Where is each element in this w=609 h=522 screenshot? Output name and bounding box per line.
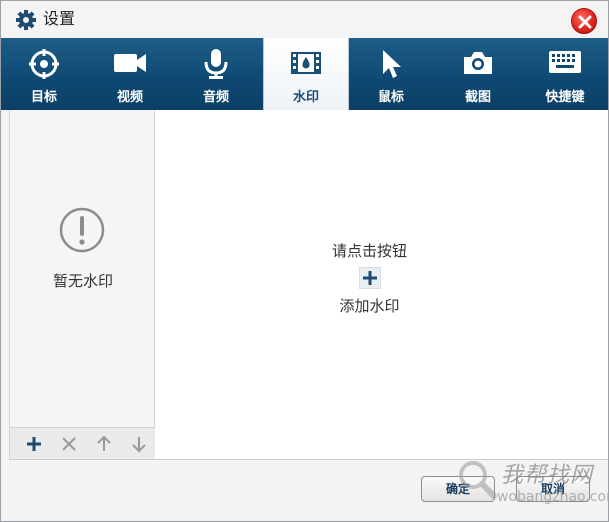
tab-target[interactable]: 目标 (1, 38, 87, 110)
keyboard-icon (549, 51, 581, 73)
add-watermark-big-button[interactable] (359, 267, 381, 289)
watermark-editor-panel: 请点击按钮 添加水印 (155, 110, 608, 459)
window-title: 设置 (43, 9, 76, 28)
tab-audio[interactable]: 音频 (173, 38, 259, 110)
tab-label: 音频 (202, 90, 229, 105)
add-icon (27, 437, 41, 451)
add-watermark-button[interactable] (24, 434, 44, 454)
move-up-icon (97, 435, 111, 451)
hint-line-2: 添加水印 (339, 297, 400, 315)
camera-icon (464, 52, 492, 74)
mouse-pointer-icon (383, 50, 401, 78)
tab-label: 快捷键 (545, 90, 585, 105)
move-down-button[interactable] (129, 434, 149, 454)
watermark-film-icon (291, 52, 321, 74)
tab-label: 目标 (30, 90, 57, 105)
hint-line-1: 请点击按钮 (331, 242, 407, 260)
close-icon (578, 15, 592, 29)
tab-watermark[interactable]: 水印 (263, 38, 349, 110)
tab-hotkeys[interactable]: 快捷键 (522, 38, 608, 110)
exclamation-circle-icon (59, 207, 105, 257)
move-down-icon (132, 437, 146, 453)
add-icon (363, 271, 377, 285)
empty-list-text: 暂无水印 (52, 272, 113, 290)
tab-label: 视频 (116, 90, 143, 105)
close-button[interactable] (571, 8, 597, 34)
move-up-button[interactable] (94, 434, 114, 454)
tab-video[interactable]: 视频 (87, 38, 173, 110)
tab-label: 鼠标 (377, 90, 404, 105)
tab-bar: 目标 视频 音频 水印 鼠标 截图 快捷键 (1, 38, 608, 110)
title-bar: 设置 (1, 1, 608, 38)
target-icon (29, 49, 59, 79)
dialog-footer: 确定 取消 (9, 459, 608, 521)
microphone-icon (204, 49, 228, 79)
list-toolbar (10, 427, 155, 459)
ok-button[interactable]: 确定 (421, 476, 495, 502)
tab-screenshot[interactable]: 截图 (435, 38, 521, 110)
video-camera-icon (114, 54, 146, 72)
gear-icon (15, 9, 37, 31)
cancel-button[interactable]: 取消 (516, 476, 590, 502)
watermark-list-panel: 暂无水印 (9, 110, 155, 459)
tab-label: 水印 (292, 90, 319, 105)
delete-icon (62, 437, 76, 451)
tab-label: 截图 (464, 90, 491, 105)
tab-mouse[interactable]: 鼠标 (348, 38, 434, 110)
delete-watermark-button[interactable] (59, 434, 79, 454)
settings-window: 设置 目标 视频 音频 水印 鼠标 截图 快捷键 暂无水印 请点击按钮 添加水印… (0, 0, 609, 522)
